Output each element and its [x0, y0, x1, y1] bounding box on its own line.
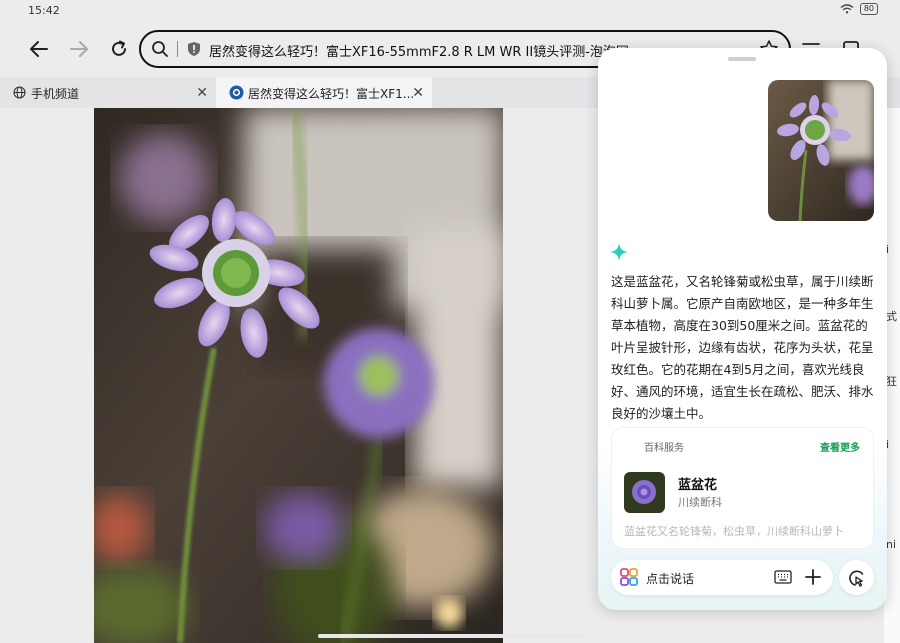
page-text-fragment: 狂	[886, 375, 897, 388]
screen-context-button[interactable]	[839, 560, 874, 595]
ai-assistant-panel: 这是蓝盆花，又名轮锋菊或松虫草，属于川续断科山萝卜属。它原产自南欧地区，是一种多…	[598, 48, 887, 610]
clock: 15:42	[28, 4, 60, 17]
assistant-logo-icon	[620, 568, 638, 586]
service-label: 百科服务	[644, 443, 684, 454]
back-arrow-icon	[30, 41, 48, 57]
reload-icon	[112, 40, 126, 56]
globe-icon	[13, 86, 26, 99]
tab-mobile-channel[interactable]: 手机频道 ✕	[0, 77, 216, 108]
scabiosa-flower-image	[94, 108, 503, 643]
plus-icon[interactable]	[804, 568, 822, 586]
view-more-link[interactable]: 查看更多	[820, 439, 860, 454]
tab-article[interactable]: 居然变得这么轻巧！富士XF1... ✕	[216, 77, 432, 108]
plant-description: 蓝盆花又名轮锋菊，松虫草，川续断科山萝卜	[624, 525, 844, 538]
ai-answer-text: 这是蓝盆花，又名轮锋菊或松虫草，属于川续断科山萝卜属。它原产自南欧地区，是一种多…	[611, 274, 874, 421]
ai-sparkle-icon	[610, 243, 628, 261]
tab-label: 居然变得这么轻巧！富士XF1...	[248, 87, 415, 101]
encyclopedia-card[interactable]: 百科服务 查看更多 蓝盆花 川续断科 蓝盆花又名轮锋菊，松虫草，川续断科山萝卜	[611, 427, 874, 549]
url-text[interactable]: 居然变得这么轻巧！富士XF16-55mmF2.8 R LM WR II镜头评测-…	[209, 41, 629, 60]
flower-thumbnail-image	[768, 80, 874, 221]
page-text-fragment: 式	[886, 310, 897, 323]
forward-button[interactable]	[66, 36, 92, 62]
tab-label: 手机频道	[31, 87, 80, 101]
close-tab-icon[interactable]: ✕	[196, 85, 208, 101]
article-photo	[94, 108, 503, 643]
site-favicon-icon	[229, 85, 244, 100]
forward-arrow-icon	[70, 41, 88, 57]
query-image-thumbnail[interactable]	[768, 80, 874, 221]
home-indicator[interactable]	[318, 634, 583, 638]
back-button[interactable]	[26, 36, 52, 62]
tap-gesture-icon	[848, 569, 863, 587]
close-tab-icon[interactable]: ✕	[412, 85, 424, 101]
address-divider	[177, 41, 178, 57]
shield-icon[interactable]	[187, 41, 201, 57]
plant-family: 川续断科	[678, 496, 722, 509]
status-bar: 15:42 80	[0, 0, 900, 22]
plant-thumbnail	[624, 472, 665, 513]
keyboard-icon[interactable]	[774, 570, 792, 584]
plant-name: 蓝盆花	[678, 478, 718, 493]
battery-indicator: 80	[859, 3, 878, 15]
reload-button[interactable]	[106, 36, 132, 62]
panel-drag-handle[interactable]	[728, 57, 756, 61]
voice-input-bar[interactable]: 点击说话	[611, 560, 833, 595]
search-icon	[152, 41, 168, 57]
wifi-icon	[840, 4, 854, 14]
page-text-fragment: ni	[886, 538, 897, 551]
status-icons: 80	[840, 3, 878, 15]
plant-thumbnail-image	[624, 472, 665, 513]
voice-prompt[interactable]: 点击说话	[646, 570, 694, 587]
